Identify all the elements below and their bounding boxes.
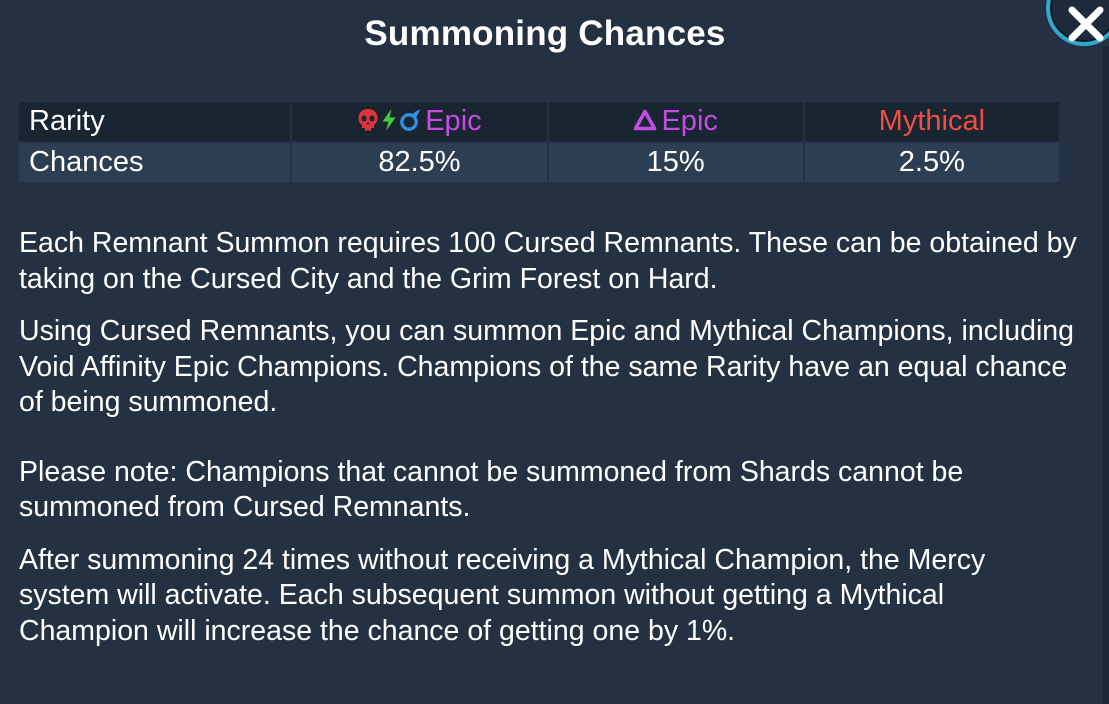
scrollbar-track[interactable] [1103, 46, 1109, 704]
description-paragraph: After summoning 24 times without receivi… [19, 543, 986, 647]
chances-row: Chances 82.5% 15% 2.5% [19, 143, 1059, 182]
summoning-chances-dialog: Summoning Chances Rarity Epic Epic Mythi… [0, 0, 1109, 704]
void-affinity-icon [634, 110, 657, 131]
description-paragraph: Please note: Champions that cannot be su… [19, 455, 964, 524]
epic-void-header-cell: Epic [548, 102, 803, 141]
dialog-title: Summoning Chances [364, 14, 726, 53]
close-icon [1068, 6, 1104, 42]
epic-label: Epic [425, 105, 482, 137]
force-affinity-icon [358, 109, 378, 131]
description-paragraph: Using Cursed Remnants, you can summon Ep… [19, 315, 1075, 418]
mythical-header-cell: Mythical [804, 102, 1059, 141]
table-header-row: Rarity Epic Epic Mythical [19, 102, 1059, 141]
rarity-label: Rarity [29, 105, 105, 137]
spirit-affinity-icon [400, 109, 421, 132]
chances-label-cell: Chances [19, 143, 291, 182]
description-text: Each Remnant Summon requires 100 Cursed … [19, 226, 1079, 666]
epic-void-chance: 15% [548, 143, 803, 182]
epic-label: Epic [661, 105, 718, 137]
affinity-icon-group [357, 108, 421, 132]
description-paragraph: Each Remnant Summon requires 100 Cursed … [19, 227, 1077, 295]
mythical-label: Mythical [878, 105, 986, 137]
epic-affinity-chance: 82.5% [292, 143, 547, 182]
epic-affinity-header-cell: Epic [292, 102, 547, 141]
magic-affinity-icon [382, 109, 396, 132]
rarity-header-cell: Rarity [19, 102, 291, 141]
chances-label: Chances [29, 146, 144, 178]
mythical-chance: 2.5% [804, 143, 1059, 182]
summoning-chances-table: Rarity Epic Epic Mythical Chances 82.5% … [17, 100, 1061, 184]
